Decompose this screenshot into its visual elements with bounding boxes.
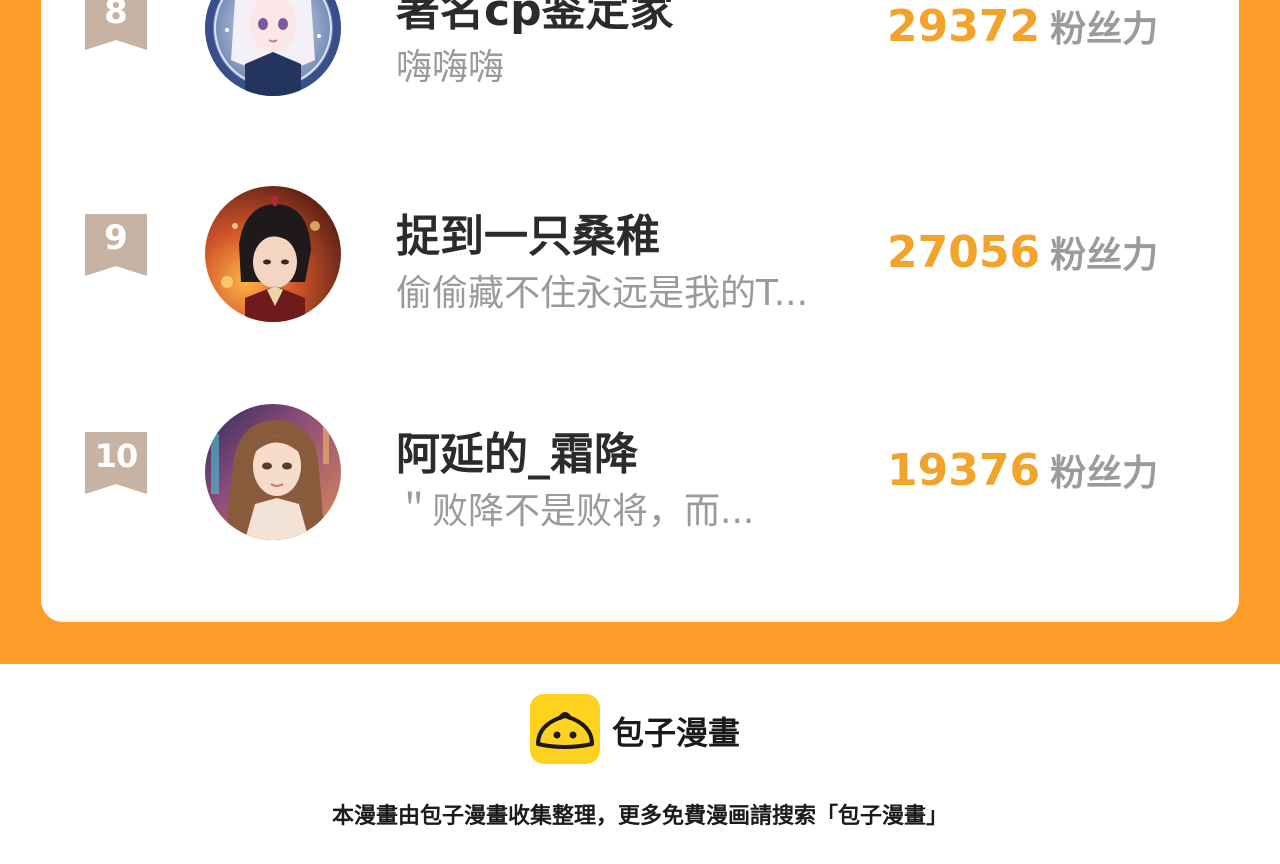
fan-power-score: 27056 粉丝力 [887,226,1158,278]
fan-power-score: 19376 粉丝力 [887,444,1158,496]
rank-badge: 8 [85,0,147,50]
rank-badge: 10 [85,432,147,494]
user-name[interactable]: 捉到一只桑稚 [396,200,660,264]
ranking-row[interactable]: 8 著名cp鉴定家 嗨嗨嗨 29372 粉丝力 [41,0,1239,100]
score-unit: 粉丝力 [1050,235,1159,276]
ranking-row[interactable]: 9 捉到一只桑稚 偷偷藏不住永远是我的T... 27056 粉丝力 [41,186,1239,326]
anime-girl-brown-hair-avatar [205,404,341,540]
user-avatar[interactable] [205,0,341,96]
score-value: 29372 [887,1,1041,52]
ranking-row[interactable]: 10 阿延的_霜降 ＂败降不是败将，而... 19376 粉丝力 [41,404,1239,544]
baozi-bun-icon [530,694,600,764]
anime-boy-dark-hair-avatar [205,186,341,322]
ranking-card: 8 著名cp鉴定家 嗨嗨嗨 29372 粉丝力 9 捉到一只桑稚 偷偷藏不住永远… [41,0,1239,622]
brand-name: 包子漫畫 [612,714,741,752]
user-avatar[interactable] [205,186,341,322]
score-unit: 粉丝力 [1050,453,1159,494]
score-value: 27056 [887,227,1041,278]
footer-notice: 本漫畫由包子漫畫收集整理，更多免費漫画請搜索「包子漫畫」 [331,804,948,829]
anime-girl-white-hair-avatar [205,0,341,96]
user-avatar[interactable] [205,404,341,540]
rank-badge: 9 [85,214,147,276]
user-bio: 嗨嗨嗨 [396,47,505,88]
score-value: 19376 [887,445,1041,496]
user-bio: 偷偷藏不住永远是我的T... [396,273,809,314]
fan-power-score: 29372 粉丝力 [887,0,1158,52]
user-name[interactable]: 著名cp鉴定家 [396,0,674,38]
score-unit: 粉丝力 [1050,9,1159,50]
user-bio: ＂败降不是败将，而... [396,491,755,532]
user-name[interactable]: 阿延的_霜降 [396,418,638,482]
